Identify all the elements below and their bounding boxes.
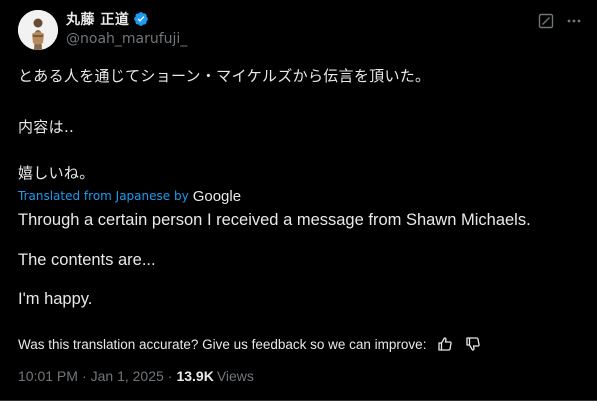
original-text-line-2: 内容は‥ <box>18 118 75 136</box>
grok-icon[interactable] <box>537 12 555 30</box>
author-handle[interactable]: @noah_marufuji_ <box>66 31 187 47</box>
author-display-name[interactable]: 丸藤 正道 <box>66 9 129 29</box>
translated-text-line-2: The contents are... <box>18 251 156 269</box>
translated-text-line-3: I'm happy. <box>18 290 93 308</box>
tweet-top-actions <box>537 12 583 30</box>
tweet-time[interactable]: 10:01 PM <box>18 368 78 384</box>
thumbs-up-icon[interactable] <box>436 335 454 353</box>
original-text-line-3: 嬉しいね。 <box>18 164 95 182</box>
feedback-prompt: Was this translation accurate? Give us f… <box>18 336 427 352</box>
thumbs-down-icon[interactable] <box>464 335 482 353</box>
google-wordmark: Google <box>192 187 242 205</box>
meta-separator-1: · <box>81 368 87 384</box>
avatar[interactable] <box>18 10 58 50</box>
tweet-meta-row: 10:01 PM · Jan 1, 2025 · 13.9K Views <box>18 368 254 384</box>
original-text-line-1: とある人を通じてショーン・マイケルズから伝言を頂いた。 <box>18 67 431 85</box>
verified-badge-icon <box>133 11 149 27</box>
tweet: 丸藤 正道 @noah_marufuji_ とある人を通じてショーン・マイケルズ… <box>0 0 597 401</box>
author-name-row[interactable]: 丸藤 正道 <box>66 9 149 29</box>
view-count: 13.9K <box>176 368 214 384</box>
translated-text-line-1: Through a certain person I received a me… <box>18 211 531 229</box>
translation-feedback-row: Was this translation accurate? Give us f… <box>18 334 482 354</box>
translated-from-label: Translated from Japanese by <box>18 189 189 203</box>
more-icon[interactable] <box>565 12 583 30</box>
views-label: Views <box>216 368 254 384</box>
meta-separator-2: · <box>167 368 173 384</box>
translated-by-row: Translated from Japanese by Google <box>18 187 242 205</box>
tweet-date[interactable]: Jan 1, 2025 <box>91 368 164 384</box>
